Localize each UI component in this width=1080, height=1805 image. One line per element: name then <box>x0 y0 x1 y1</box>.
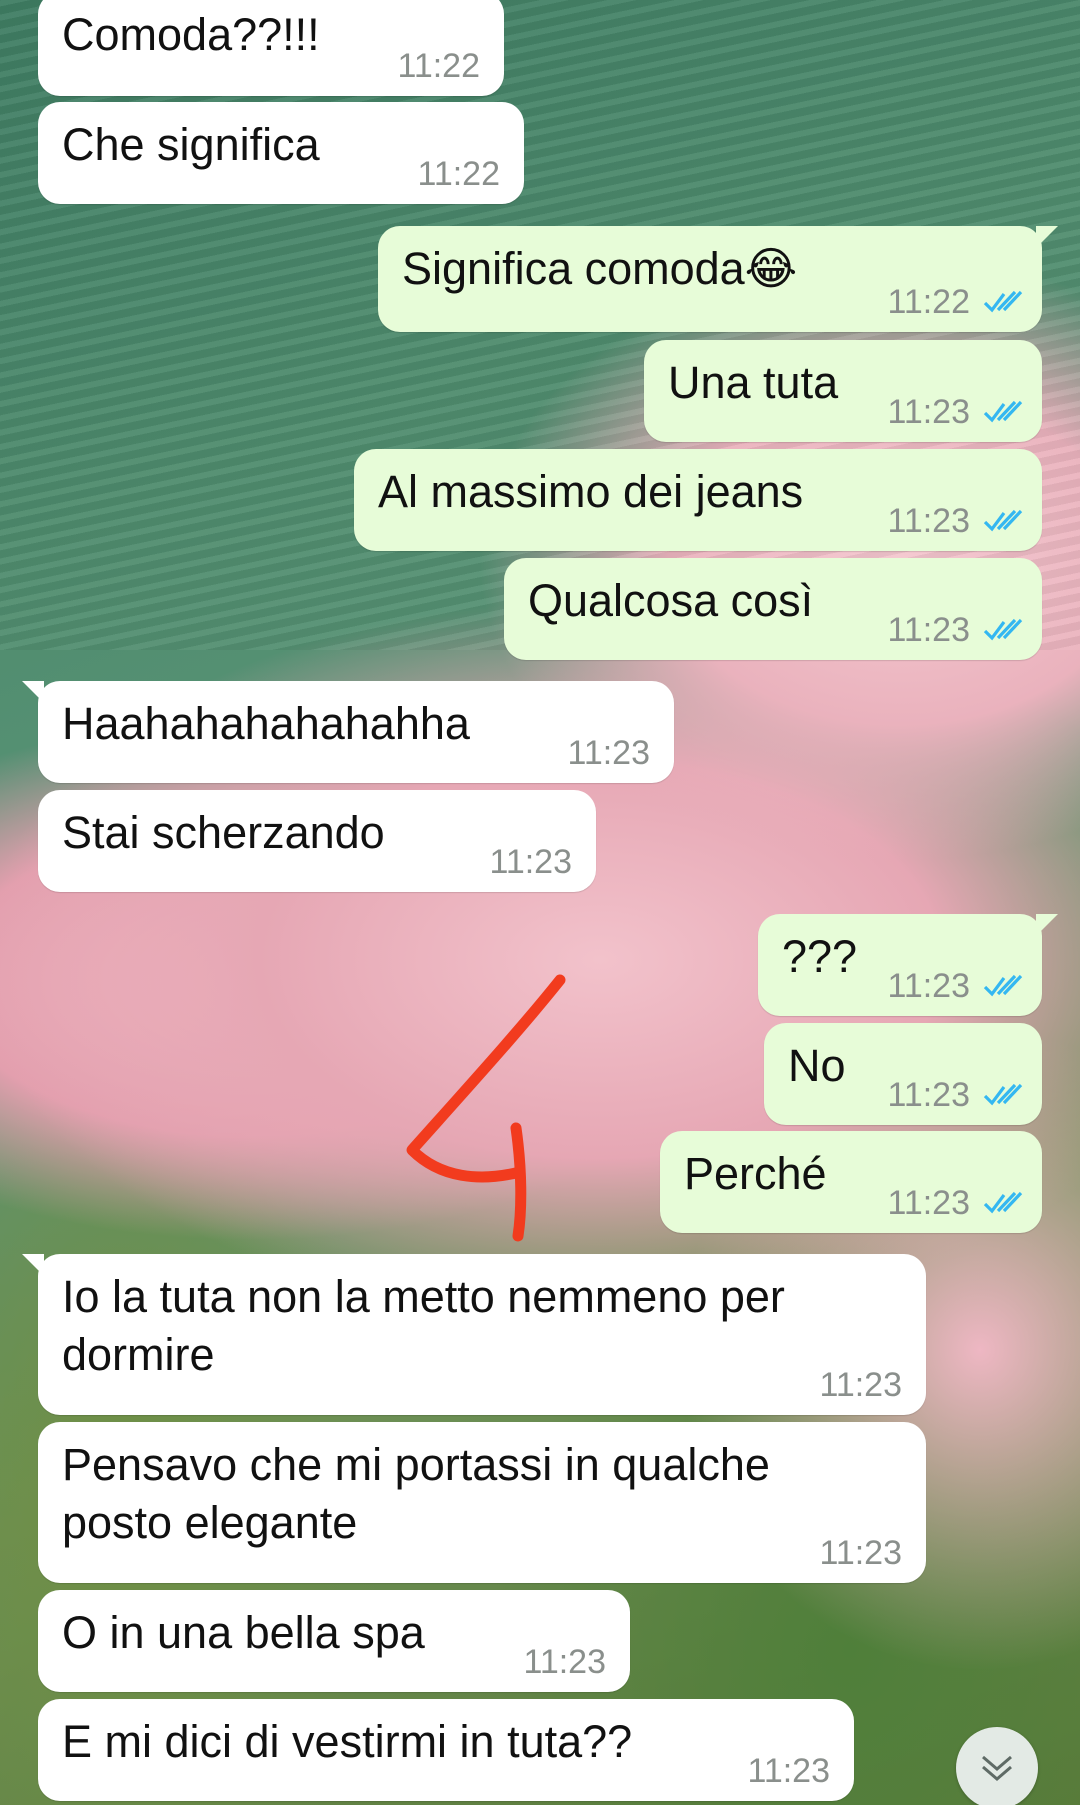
handwritten-number-annotation <box>406 974 566 1242</box>
double-chevron-down-icon <box>982 1755 1012 1781</box>
scroll-to-bottom-button[interactable] <box>956 1727 1038 1805</box>
